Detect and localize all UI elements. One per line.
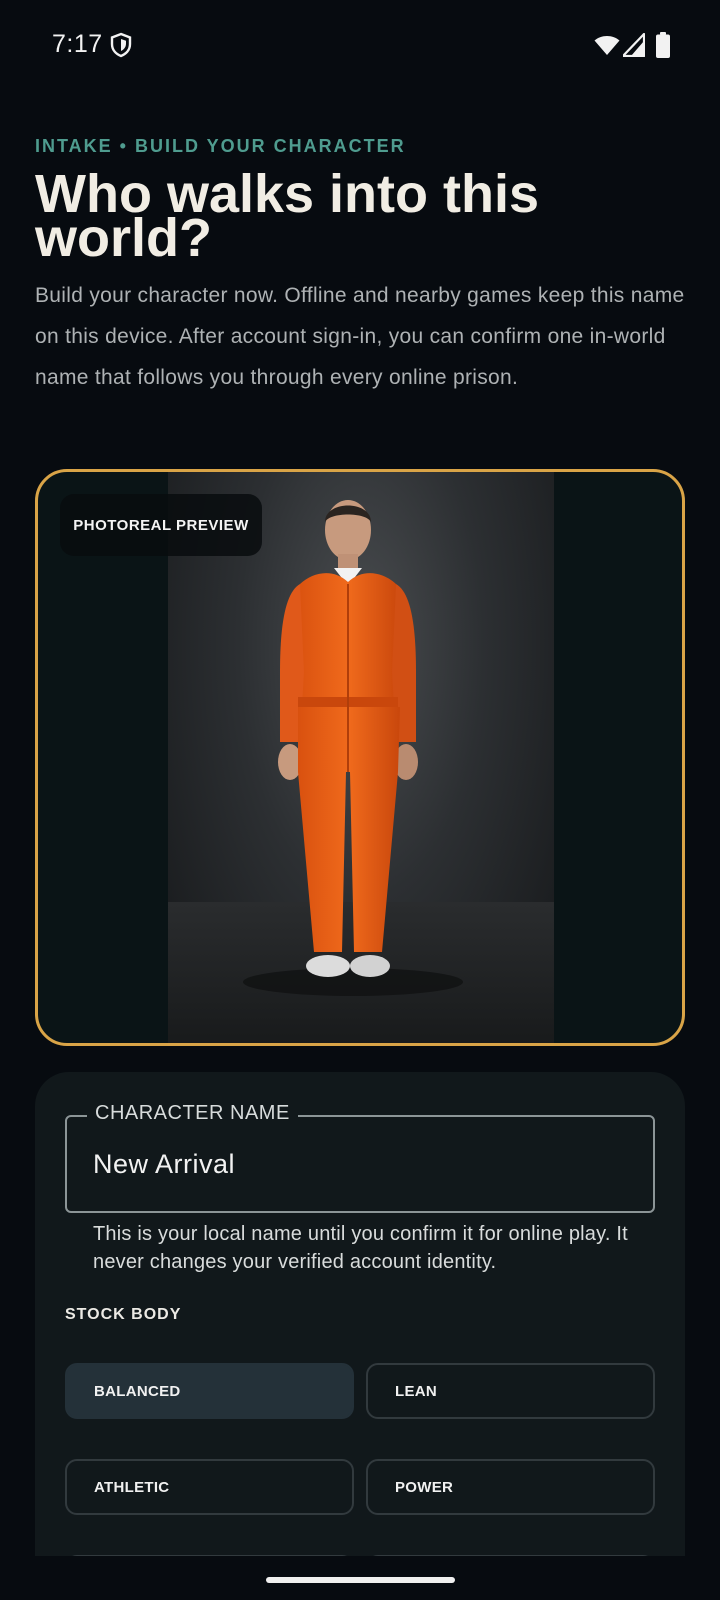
wifi-icon [594,36,620,55]
body-option-lean[interactable]: LEAN [366,1363,655,1419]
section-eyebrow: INTAKE • BUILD YOUR CHARACTER [35,136,406,156]
battery-icon [656,32,670,58]
signal-icon [623,33,645,57]
character-preview-image [168,472,554,1043]
intro-text: Build your character now. Offline and ne… [35,284,685,389]
shield-icon [110,32,132,58]
character-name-label: CHARACTER NAME [87,1102,298,1125]
page-title: Who walks into this world? [35,164,540,268]
character-form-panel: CHARACTER NAME New Arrival This is your … [35,1072,685,1600]
body-option-power[interactable]: POWER [366,1459,655,1515]
body-option-athletic[interactable]: ATHLETIC [65,1459,354,1515]
status-bar: 7:17 [0,0,720,92]
character-preview-card: PHOTOREAL PREVIEW [35,469,685,1046]
character-name-field[interactable]: CHARACTER NAME New Arrival [65,1102,655,1213]
preview-badge: PHOTOREAL PREVIEW [60,494,262,556]
stock-body-label: STOCK BODY [65,1306,182,1323]
name-helper-text: This is your local name until you confir… [93,1223,628,1273]
body-option-balanced[interactable]: BALANCED [65,1363,354,1419]
status-time: 7:17 [52,30,103,58]
home-indicator[interactable] [266,1577,455,1583]
character-name-input[interactable]: New Arrival [93,1149,235,1180]
